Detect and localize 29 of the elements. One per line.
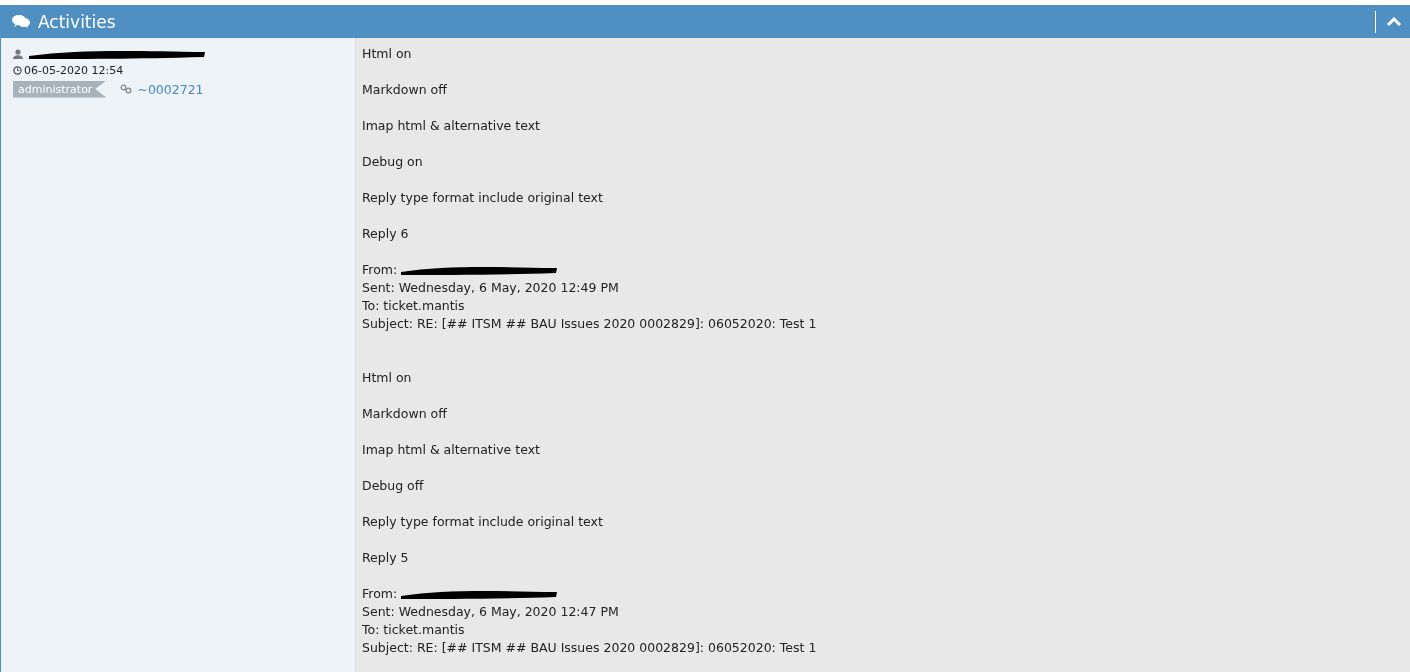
note-line: Reply 5 — [362, 549, 410, 567]
note-line: To: ticket.mantis — [362, 621, 466, 639]
note-line: Imap html & alternative text — [362, 117, 541, 135]
chevron-icon — [1386, 15, 1402, 28]
note-line: Sent: Wednesday, 6 May, 2020 12:47 PM — [362, 603, 620, 621]
note-line: Markdown off — [362, 81, 448, 99]
from-label: From: — [362, 261, 398, 279]
link-icon — [120, 84, 133, 94]
note-line: Sent: Wednesday, 6 May, 2020 12:49 PM — [362, 279, 620, 297]
note-link[interactable]: ~0002721 — [137, 81, 204, 97]
note-line: Reply type format include original text — [362, 513, 604, 531]
panel-title: Activities — [38, 11, 117, 32]
note-line: Markdown off — [362, 405, 448, 423]
note-line: Debug off — [362, 477, 425, 495]
user-icon — [13, 49, 23, 59]
timestamp: 06-05-2020 12:54 — [24, 63, 124, 77]
clock-icon — [13, 65, 22, 75]
note-line: Debug on — [362, 153, 424, 171]
chat-icon — [12, 14, 30, 29]
note-line: Reply type format include original text — [362, 189, 604, 207]
note-line: Subject: RE: [## ITSM ## BAU Issues 2020 0002829]: 06052020: Test 1 — [362, 315, 818, 333]
note-line: Imap html & alternative text — [362, 441, 541, 459]
note-line: Reply 6 — [362, 225, 410, 243]
note-line: Subject: RE: [## ITSM ## BAU Issues 2020 0002829]: 06052020: Test 1 — [362, 639, 818, 657]
note-line: Html on — [362, 45, 413, 63]
from-label: From: — [362, 585, 398, 603]
note-line: Html on — [362, 369, 413, 387]
role-tag: administrator — [13, 80, 107, 98]
note-line: To: ticket.mantis — [362, 297, 466, 315]
